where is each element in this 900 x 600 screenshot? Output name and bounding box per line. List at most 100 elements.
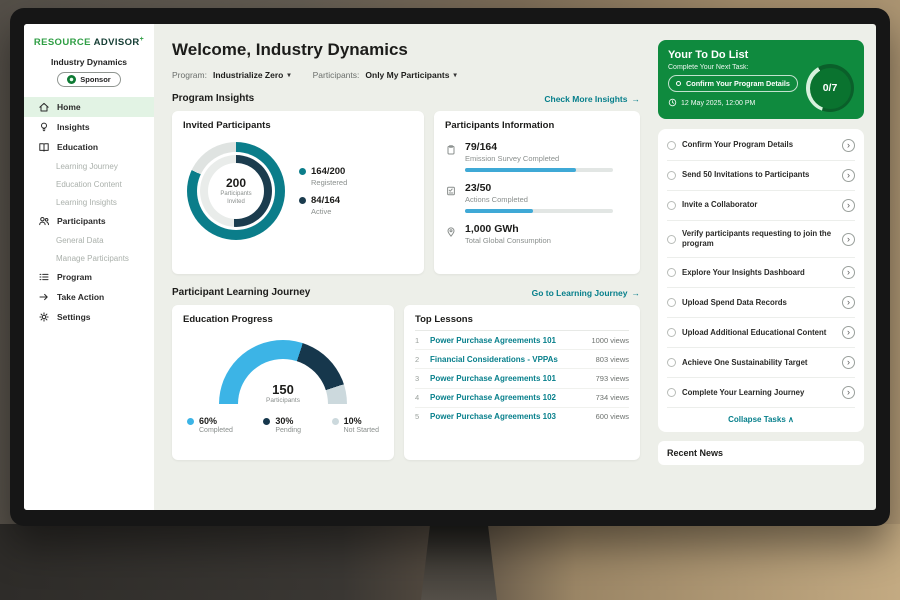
lesson-link[interactable]: Power Purchase Agreements 101 [430,336,584,345]
insights-cards-row: Invited Participants 200 Participants In… [172,111,640,274]
sidebar: RESOURCE ADVISOR+ Industry Dynamics Spon… [24,24,154,510]
clock-icon [668,98,677,109]
donut-inner: 200 Participants Invited [197,152,275,230]
education-gauge-chart: 150 Participants [219,340,347,404]
sidebar-item-learning-insights[interactable]: Learning Insights [24,193,154,211]
program-filter-select[interactable]: Industrialize Zero ▾ [213,70,291,80]
task-checkbox[interactable] [667,328,676,337]
go-to-learning-journey-link[interactable]: Go to Learning Journey → [532,288,640,298]
task-row[interactable]: Confirm Your Program Details › [667,131,855,161]
collapse-tasks-link[interactable]: Collapse Tasks ∧ [667,408,855,430]
task-checkbox[interactable] [667,388,676,397]
gear-icon [38,311,50,323]
dashboard-screen: RESOURCE ADVISOR+ Industry Dynamics Spon… [24,24,876,510]
chevron-right-icon[interactable]: › [842,296,855,309]
education-progress-card: Education Progress 150 Participants [172,305,394,460]
chevron-right-icon[interactable]: › [842,139,855,152]
task-checkbox[interactable] [667,235,676,244]
chevron-right-icon[interactable]: › [842,266,855,279]
filter-bar: Program: Industrialize Zero ▾ Participan… [172,70,640,80]
todo-progress-ring: 0/7 [806,64,854,112]
check-more-insights-link[interactable]: Check More Insights → [544,94,640,104]
task-row[interactable]: Upload Spend Data Records › [667,288,855,318]
task-checkbox[interactable] [667,201,676,210]
chevron-right-icon[interactable]: › [842,199,855,212]
task-row[interactable]: Achieve One Sustainability Target › [667,348,855,378]
lesson-link[interactable]: Power Purchase Agreements 102 [430,393,589,402]
task-row[interactable]: Send 50 Invitations to Participants › [667,161,855,191]
sponsor-badge[interactable]: Sponsor [57,72,120,87]
task-row[interactable]: Invite a Collaborator › [667,191,855,221]
task-checkbox[interactable] [667,171,676,180]
sidebar-item-participants[interactable]: Participants [24,211,154,231]
lesson-link[interactable]: Power Purchase Agreements 101 [430,374,589,383]
task-row[interactable]: Upload Additional Educational Content › [667,318,855,348]
legend-label: Pending [275,427,301,434]
lesson-link[interactable]: Power Purchase Agreements 103 [430,412,589,421]
participants-filter-value: Only My Participants [365,70,449,80]
task-label: Verify participants requesting to join t… [682,229,836,249]
lesson-row: 1 Power Purchase Agreements 101 1000 vie… [415,331,629,350]
sidebar-item-label: General Data [56,236,104,245]
chevron-right-icon[interactable]: › [842,356,855,369]
lesson-link[interactable]: Financial Considerations - VPPAs [430,355,589,364]
sidebar-item-learning-journey[interactable]: Learning Journey [24,157,154,175]
lesson-views: 734 views [596,393,629,402]
legend-item: 10% Not Started [332,416,379,434]
progress-bar-fill [465,168,576,172]
stat-emission-survey: 79/164 Emission Survey Completed [445,141,629,172]
logo-part-1: RESOURCE [34,37,91,48]
stat-label: Actions Completed [465,195,613,204]
go-to-learning-journey-label: Go to Learning Journey [532,288,628,298]
sidebar-item-take-action[interactable]: Take Action [24,287,154,307]
chevron-right-icon[interactable]: › [842,233,855,246]
todo-summary-card: Your To Do List Complete Your Next Task:… [658,40,864,119]
sponsor-icon [67,75,76,84]
sponsor-badge-label: Sponsor [80,75,110,84]
legend-label: Not Started [344,427,379,434]
location-pin-icon [445,225,457,237]
invited-chart-area: 200 Participants Invited 164/200 [183,142,413,240]
people-icon [38,215,50,227]
sidebar-item-program[interactable]: Program [24,267,154,287]
chevron-right-icon[interactable]: › [842,326,855,339]
chevron-right-icon[interactable]: › [842,169,855,182]
sidebar-item-settings[interactable]: Settings [24,307,154,327]
lesson-rank: 2 [415,355,423,364]
sidebar-item-education[interactable]: Education [24,137,154,157]
lesson-rank: 5 [415,412,423,421]
task-checkbox[interactable] [667,358,676,367]
task-label: Complete Your Learning Journey [682,388,836,398]
sidebar-item-education-content[interactable]: Education Content [24,175,154,193]
chevron-right-icon[interactable]: › [842,386,855,399]
education-center-label: Participants [219,397,347,404]
sidebar-item-label: Insights [57,122,90,132]
stat-label: Total Global Consumption [465,236,551,245]
learning-cards-row: Education Progress 150 Participants [172,305,640,460]
sidebar-item-label: Education [57,142,98,152]
todo-next-task[interactable]: Confirm Your Program Details [668,75,798,92]
survey-icon [445,143,457,155]
task-row[interactable]: Verify participants requesting to join t… [667,221,855,258]
invited-participants-card: Invited Participants 200 Participants In… [172,111,424,274]
donut-center: 200 Participants Invited [208,163,264,219]
task-row[interactable]: Explore Your Insights Dashboard › [667,258,855,288]
lesson-row: 3 Power Purchase Agreements 101 793 view… [415,369,629,388]
logo-plus: + [140,36,145,43]
task-row[interactable]: Complete Your Learning Journey › [667,378,855,408]
task-label: Upload Spend Data Records [682,298,836,308]
task-checkbox[interactable] [667,141,676,150]
participants-filter-select[interactable]: Only My Participants ▾ [365,70,456,80]
education-legend: 60% Completed 30% Pending [183,416,383,434]
sidebar-item-manage-participants[interactable]: Manage Participants [24,249,154,267]
task-checkbox[interactable] [667,298,676,307]
task-checkbox[interactable] [667,268,676,277]
sidebar-item-insights[interactable]: Insights [24,117,154,137]
sidebar-item-home[interactable]: Home [24,97,154,117]
todo-title: Your To Do List [668,49,854,61]
sidebar-item-label: Take Action [57,292,104,302]
task-label: Achieve One Sustainability Target [682,358,836,368]
sidebar-item-general-data[interactable]: General Data [24,231,154,249]
legend-value: 60% [199,416,217,426]
task-label: Invite a Collaborator [682,200,836,210]
